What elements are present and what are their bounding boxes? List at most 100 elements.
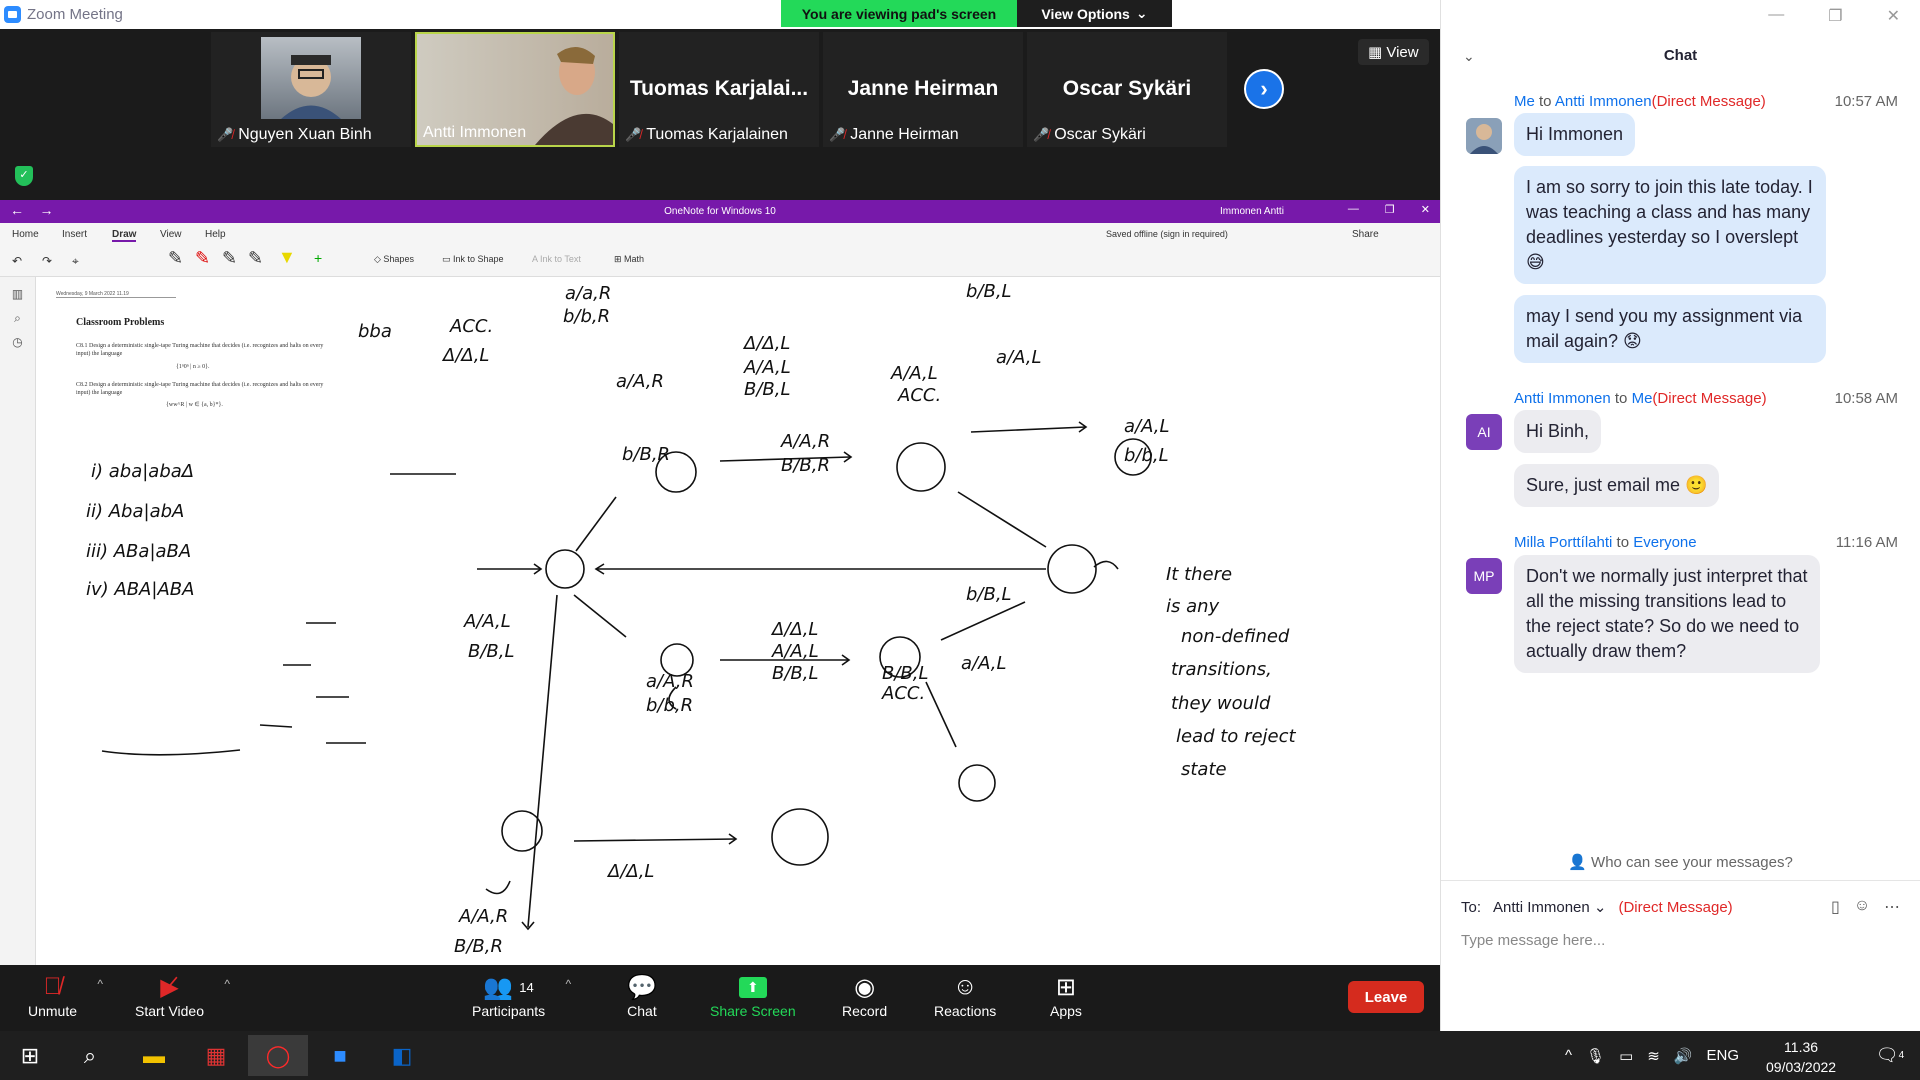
chevron-up-icon[interactable]: ^ — [224, 977, 230, 991]
participants-button[interactable]: 👥 14 Participants ^ — [472, 971, 571, 1020]
notebooks-icon[interactable]: ▥ — [11, 287, 25, 301]
svg-text:lead to reject: lead to reject — [1176, 726, 1296, 747]
message-header: Milla Porttílahti to Everyone — [1514, 534, 1697, 551]
apps-icon: ⊞ — [1055, 973, 1077, 1001]
undo-icon[interactable]: ↶ — [12, 254, 22, 268]
pen-thin-icon[interactable]: ✎ — [248, 248, 263, 269]
message-header: Antti Immonen to Me(Direct Message) — [1514, 390, 1767, 407]
emoji-icon[interactable]: ☺ — [1854, 897, 1870, 917]
windows-taskbar: ⊞ ⌕ ▬ ▦ ◯ ■ ◧ ^ 🎙 ▭ ≋ 🔊 ENG 11.36 09/03/2… — [0, 1031, 1920, 1080]
svg-text:b/b,R: b/b,R — [563, 306, 610, 327]
unmute-button[interactable]: 🎙̸ Unmute ^ — [28, 971, 103, 1019]
onenote-window-controls[interactable]: — ❐ ✕ — [1348, 203, 1430, 216]
participant-tile[interactable]: Oscar Sykäri 🎤̸ Oscar Sykäri — [1027, 32, 1227, 147]
svg-text:b/B,L: b/B,L — [966, 584, 1012, 605]
more-icon[interactable]: ⋯ — [1884, 897, 1900, 917]
svg-text:A/A,L: A/A,L — [890, 363, 938, 384]
svg-text:a/A,R: a/A,R — [616, 371, 664, 392]
menu-home[interactable]: Home — [12, 229, 39, 240]
share-label[interactable]: Share — [1352, 229, 1379, 240]
transitions — [101, 421, 1119, 931]
ink-to-text-button[interactable]: A Ink to Text — [532, 254, 581, 264]
svg-text:Δ/Δ,L: Δ/Δ,L — [770, 619, 818, 640]
menu-insert[interactable]: Insert — [62, 229, 87, 240]
recipient-select[interactable]: Antti Immonen ⌄ — [1493, 898, 1607, 916]
menu-help[interactable]: Help — [205, 229, 226, 240]
leave-button[interactable]: Leave — [1348, 981, 1424, 1013]
participants-icon: 👥 14 — [483, 973, 534, 1001]
chevron-up-icon[interactable]: ^ — [566, 977, 572, 991]
svg-text:they would: they would — [1171, 693, 1271, 714]
viewing-screen-label: You are viewing pad's screen — [781, 0, 1017, 27]
window-title: Zoom Meeting — [27, 6, 123, 23]
recent-icon[interactable]: ◷ — [11, 335, 25, 349]
svg-text:non-defined: non-defined — [1181, 626, 1290, 647]
message-input[interactable]: Type message here... — [1461, 932, 1605, 949]
chevron-up-icon[interactable]: ^ — [1565, 1047, 1572, 1064]
chat-message: may I send you my assignment via mail ag… — [1514, 295, 1826, 363]
battery-icon[interactable]: ▭ — [1619, 1047, 1633, 1065]
muted-mic-icon: 🎤̸ — [625, 127, 642, 142]
muted-mic-icon: 🎤̸ — [1033, 127, 1050, 142]
zoom-window: Zoom Meeting You are viewing pad's scree… — [0, 0, 1920, 1080]
participant-tile[interactable]: 🎤̸ Nguyen Xuan Binh — [211, 32, 411, 147]
chat-message: I am so sorry to join this late today. I… — [1514, 166, 1826, 284]
pen-black-icon[interactable]: ✎ — [168, 248, 183, 269]
start-video-button[interactable]: ▶̸ Start Video ^ — [135, 971, 230, 1020]
record-button[interactable]: ◉ Record — [842, 971, 887, 1020]
ink-to-shape-button[interactable]: ▭ Ink to Shape — [442, 254, 504, 265]
add-pen-icon[interactable]: + — [314, 250, 322, 266]
language-indicator[interactable]: ENG — [1707, 1047, 1740, 1064]
video-off-icon: ▶̸ — [160, 973, 179, 1001]
menu-view[interactable]: View — [160, 229, 182, 240]
wifi-icon[interactable]: ≋ — [1647, 1047, 1660, 1065]
app-icon[interactable]: ▦ — [186, 1035, 246, 1076]
avatar: MP — [1466, 558, 1502, 594]
chat-icon: 💬 — [627, 973, 657, 1001]
chat-button[interactable]: 💬 Chat — [627, 971, 657, 1020]
file-explorer-icon[interactable]: ▬ — [124, 1035, 184, 1076]
chevron-up-icon[interactable]: ^ — [97, 977, 103, 991]
privacy-info[interactable]: 👤 Who can see your messages? — [1441, 853, 1920, 871]
pen-red-icon[interactable]: ✎ — [195, 248, 210, 269]
opera-icon[interactable]: ◯ — [248, 1035, 308, 1076]
search-icon[interactable]: ⌕ — [11, 311, 25, 325]
participant-name: 🎤̸ Tuomas Karjalainen — [625, 126, 788, 143]
next-page-arrow-icon[interactable]: › — [1244, 69, 1284, 109]
message-time: 11:16 AM — [1835, 534, 1898, 551]
share-screen-button[interactable]: ⬆ Share Screen — [710, 971, 796, 1019]
file-icon[interactable]: ▯ — [1831, 897, 1840, 917]
notifications-icon[interactable]: 🗨 4 — [1860, 1035, 1920, 1076]
shapes-button[interactable]: ◇ Shapes — [374, 254, 414, 265]
lasso-icon[interactable]: ⌖ — [72, 254, 79, 269]
window-controls[interactable]: — ❐ ✕ — [1768, 6, 1900, 26]
windows-start-icon[interactable]: ⊞ — [0, 1035, 60, 1076]
menu-draw[interactable]: Draw — [112, 229, 137, 242]
microphone-icon[interactable]: 🎙 — [1586, 1047, 1605, 1065]
handwritten-labels: a/a,Rb/b,R ACC.Δ/Δ,L bba a/A,R Δ/Δ,LA/A,… — [86, 281, 1296, 957]
apps-button[interactable]: ⊞ Apps — [1050, 971, 1082, 1020]
redo-icon[interactable]: ↷ — [42, 254, 52, 268]
outlook-icon[interactable]: ◧ — [372, 1035, 432, 1076]
volume-icon[interactable]: 🔊 — [1674, 1047, 1693, 1065]
participant-tile-active[interactable]: Antti Immonen — [415, 32, 615, 147]
view-options-button[interactable]: View Options ⌄ — [1017, 0, 1172, 27]
participant-name: 🎤̸ Janne Heirman — [829, 126, 959, 143]
pen-dark-icon[interactable]: ✎ — [222, 248, 237, 269]
zoom-icon[interactable]: ■ — [310, 1035, 370, 1076]
math-button[interactable]: ⊞ Math — [614, 254, 644, 265]
view-button[interactable]: ▦ View — [1358, 39, 1429, 65]
share-screen-icon: ⬆ — [738, 971, 767, 1003]
onenote-page[interactable]: Wednesday, 9 March 2022 11.19 Classroom … — [36, 277, 1440, 965]
highlighter-icon[interactable]: ▼ — [278, 247, 296, 268]
participant-tile[interactable]: Tuomas Karjalai... 🎤̸ Tuomas Karjalainen — [619, 32, 819, 147]
security-shield-icon[interactable]: ✓ — [15, 166, 33, 186]
reactions-button[interactable]: ☺ Reactions — [934, 971, 996, 1019]
search-icon[interactable]: ⌕ — [60, 1035, 120, 1076]
participant-tile[interactable]: Janne Heirman 🎤̸ Janne Heirman — [823, 32, 1023, 147]
chat-panel: — ❐ ✕ ⌄ Chat Me to Antti Immonen(Direct Me… — [1440, 0, 1920, 1031]
restore-icon: ❐ — [1828, 8, 1843, 25]
clock[interactable]: 11.36 09/03/2022 — [1766, 1037, 1836, 1077]
participant-name: 🎤̸ Oscar Sykäri — [1033, 126, 1146, 143]
muted-mic-icon: 🎤̸ — [217, 127, 234, 142]
